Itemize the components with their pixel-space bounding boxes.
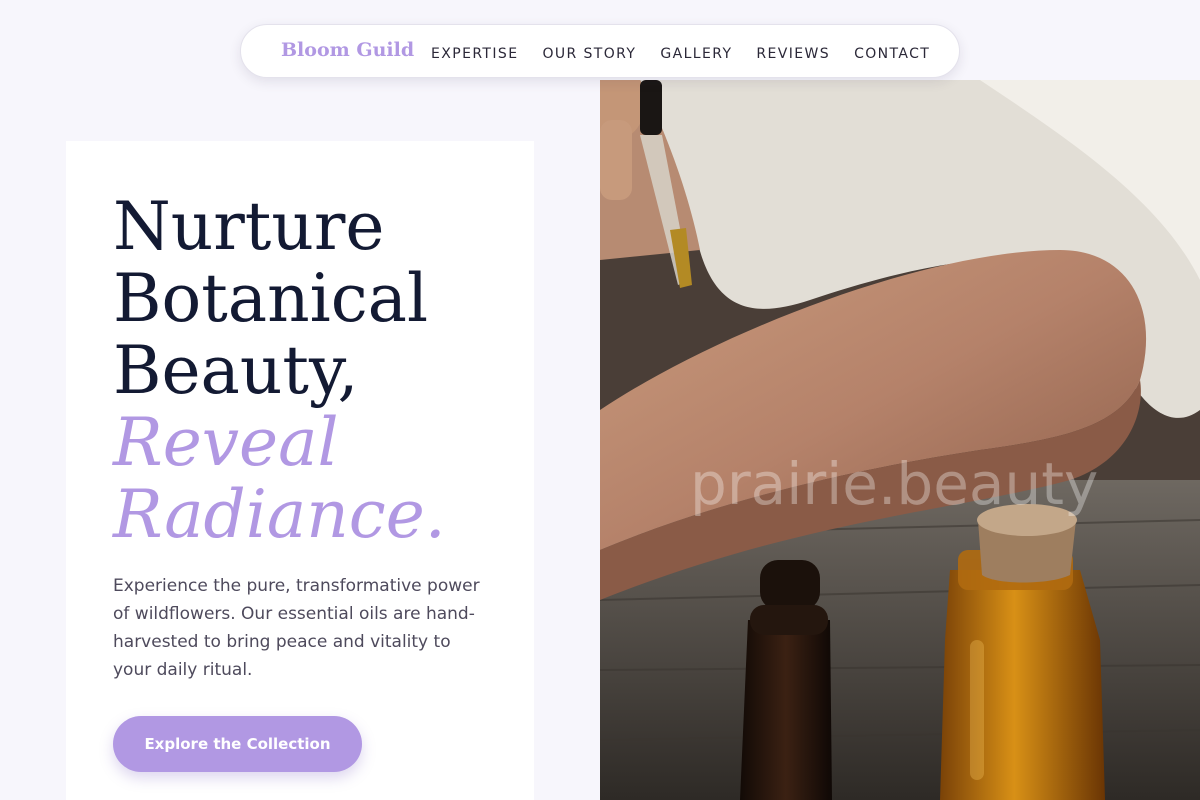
brand-logo[interactable]: Bloom Guild <box>281 39 414 61</box>
nav-item: REVIEWS <box>756 43 830 62</box>
nav-item: CONTACT <box>854 43 930 62</box>
hero-headline: Nurture Botanical Beauty, Reveal Radianc… <box>113 191 446 551</box>
hero-photo <box>600 80 1200 800</box>
headline-accent-line: Radiance. <box>113 476 446 553</box>
nav-link-gallery[interactable]: GALLERY <box>660 46 732 62</box>
headline-line: Nurture <box>113 188 385 265</box>
hero-card: Nurture Botanical Beauty, Reveal Radianc… <box>66 141 534 800</box>
nav-link-our-story[interactable]: OUR STORY <box>542 46 636 62</box>
headline-accent-line: Reveal <box>113 404 339 481</box>
headline-line: Beauty, <box>113 332 359 409</box>
nav-link-expertise[interactable]: EXPERTISE <box>431 46 518 62</box>
nav-item: GALLERY <box>660 43 732 62</box>
nav-item: OUR STORY <box>542 43 636 62</box>
nav-item: EXPERTISE <box>431 43 518 62</box>
nav-link-contact[interactable]: CONTACT <box>854 46 930 62</box>
nav-link-reviews[interactable]: REVIEWS <box>756 46 830 62</box>
nav-links: EXPERTISE OUR STORY GALLERY REVIEWS CONT… <box>431 43 930 62</box>
headline-line: Botanical <box>113 260 429 337</box>
hero-description: Experience the pure, transformative powe… <box>113 576 480 680</box>
explore-collection-button[interactable]: Explore the Collection <box>113 716 362 772</box>
top-navigation: Bloom Guild EXPERTISE OUR STORY GALLERY … <box>240 24 960 78</box>
